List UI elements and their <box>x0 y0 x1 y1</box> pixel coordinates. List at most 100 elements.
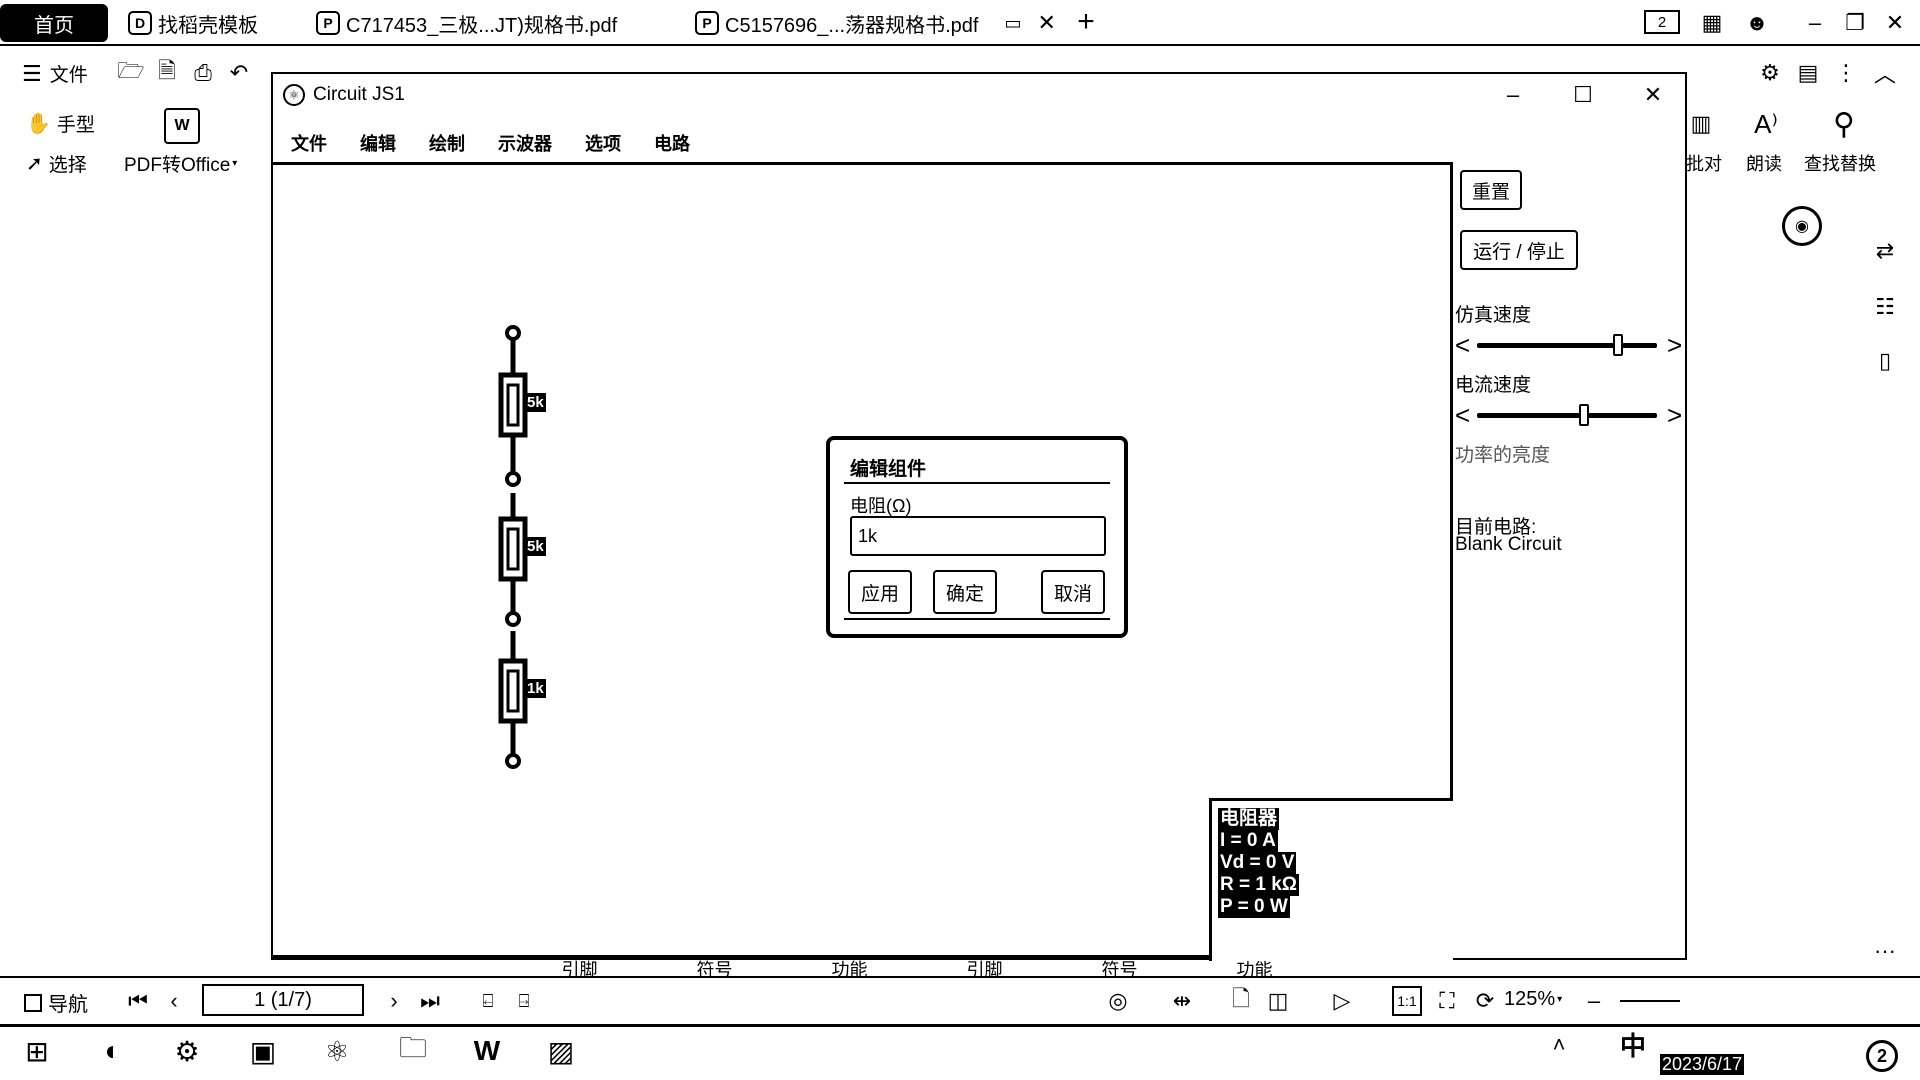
book-icon[interactable]: ▯ <box>1870 346 1900 376</box>
select-tool-button[interactable]: ➚ 选择 <box>26 150 87 177</box>
slider-track <box>1477 413 1657 418</box>
fit-page-icon[interactable]: ⛶ <box>1432 986 1462 1016</box>
adjust-icon[interactable]: ☷ <box>1870 292 1900 322</box>
single-page-icon[interactable]: 🗋 <box>1226 986 1256 1016</box>
screen-icon[interactable]: ▭ <box>1004 13 1021 34</box>
tray-up-icon[interactable]: ˄ <box>1544 1030 1574 1060</box>
run-stop-button[interactable]: 运行 / 停止 <box>1460 230 1578 270</box>
find-replace-icon[interactable]: ⚲ <box>1824 104 1864 144</box>
zoom-level[interactable]: 125% ▾ <box>1504 988 1562 1011</box>
circuit-menu-draw[interactable]: 绘制 <box>429 130 465 156</box>
pdf-to-office-button[interactable]: PDF转Office ▾ <box>124 150 237 177</box>
first-page-icon[interactable]: ⏮ <box>124 986 152 1016</box>
circuit-menu-scopes[interactable]: 示波器 <box>498 130 552 156</box>
eye-protect-icon[interactable]: ◎ <box>1100 986 1136 1016</box>
translate-icon[interactable]: ⇄ <box>1870 236 1900 266</box>
tab-pdf-1-label: C717453_三极...JT)规格书.pdf <box>346 14 618 37</box>
circuit-maximize-icon[interactable]: ☐ <box>1567 80 1599 110</box>
image-viewer-icon[interactable]: ▨ <box>536 1028 586 1074</box>
two-page-icon[interactable]: ◫ <box>1262 986 1294 1016</box>
reset-button[interactable]: 重置 <box>1460 170 1522 210</box>
electron-app-icon[interactable]: ⚛ <box>312 1028 362 1074</box>
back-icon[interactable]: ⍇ <box>474 986 502 1016</box>
save-icon[interactable]: 🗎 <box>152 58 182 88</box>
comment-icon[interactable]: ▤ <box>1793 58 1823 88</box>
resistor-3[interactable] <box>493 631 533 771</box>
undo-icon[interactable]: ↶ <box>224 58 254 88</box>
apply-button[interactable]: 应用 <box>848 570 912 614</box>
info-power: P = 0 W <box>1218 896 1290 918</box>
tab-pdf-2[interactable]: P C5157696_...荡器规格书.pdf ▭ ✕ <box>695 0 1056 46</box>
page-count-box[interactable]: 2 <box>1644 10 1680 34</box>
ai-assistant-icon[interactable]: ◉ <box>1782 206 1822 246</box>
file-menu-button[interactable]: ☰ 文件 <box>22 60 88 87</box>
tab-close-icon[interactable]: ✕ <box>1037 10 1055 36</box>
current-speed-slider[interactable]: < > <box>1455 400 1687 430</box>
zoom-out-icon[interactable]: – <box>1580 986 1608 1016</box>
info-resistance: R = 1 kΩ <box>1218 874 1300 896</box>
tab-home[interactable]: 首页 <box>0 4 108 42</box>
resistor-2[interactable] <box>493 493 533 633</box>
circuit-close-icon[interactable]: ✕ <box>1637 80 1669 110</box>
nav-pane-button[interactable]: 导航 <box>24 988 88 1017</box>
slider-left-arrow-icon[interactable]: < <box>1455 330 1470 360</box>
play-slideshow-icon[interactable]: ▷ <box>1324 986 1360 1016</box>
pdf-icon: P <box>695 11 719 35</box>
compare-label: 批对 <box>1686 154 1722 174</box>
start-menu-icon[interactable]: ⊞ <box>12 1028 62 1074</box>
ime-indicator[interactable]: 中 <box>1620 1026 1646 1063</box>
browser-icon[interactable]: ◐ <box>88 1028 138 1074</box>
page-number-box[interactable]: 1 (1/7) <box>202 984 364 1016</box>
minimize-icon[interactable]: – <box>1800 8 1830 38</box>
zoom-slider-track[interactable] <box>1620 1000 1680 1002</box>
slider-thumb[interactable] <box>1579 404 1589 426</box>
current-circuit-name: Blank Circuit <box>1455 534 1562 555</box>
open-folder-icon[interactable]: 🗁 <box>116 58 146 88</box>
next-page-icon[interactable]: › <box>380 986 408 1016</box>
info-title: 电阻器 <box>1218 808 1280 830</box>
pdf-to-word-icon[interactable]: W <box>164 108 200 144</box>
wps-icon[interactable]: W <box>462 1028 512 1074</box>
compare-icon[interactable]: ▥ <box>1686 106 1716 142</box>
circuit-menu-circuits[interactable]: 电路 <box>654 130 690 156</box>
slider-thumb[interactable] <box>1613 334 1623 356</box>
hand-tool-button[interactable]: ✋ 手型 <box>26 110 95 137</box>
print-icon[interactable]: ⎙ <box>188 58 218 88</box>
last-page-icon[interactable]: ⏭ <box>416 986 444 1016</box>
tab-home-label: 首页 <box>34 14 74 37</box>
collapse-ribbon-icon[interactable]: ︿ <box>1870 58 1900 88</box>
grid-icon[interactable]: ▦ <box>1697 8 1727 38</box>
fit-width-icon[interactable]: ⇹ <box>1166 986 1198 1016</box>
restore-icon[interactable]: ❐ <box>1840 8 1870 38</box>
prev-page-icon[interactable]: ‹ <box>160 986 188 1016</box>
file-explorer-icon[interactable]: 🗀 <box>388 1028 438 1074</box>
tab-pdf-1[interactable]: P C717453_三极...JT)规格书.pdf <box>316 0 617 46</box>
more-horizontal-icon[interactable]: ··· <box>1870 936 1900 966</box>
ok-button[interactable]: 确定 <box>933 570 997 614</box>
close-window-icon[interactable]: ✕ <box>1880 8 1910 38</box>
slider-right-arrow-icon[interactable]: > <box>1667 330 1682 360</box>
user-icon[interactable]: ☻ <box>1742 8 1772 38</box>
notification-badge[interactable]: 2 <box>1866 1040 1898 1072</box>
slider-left-arrow-icon[interactable]: < <box>1455 400 1470 430</box>
circuit-menu-edit[interactable]: 编辑 <box>360 130 396 156</box>
circuit-menu-options[interactable]: 选项 <box>585 130 621 156</box>
more-vertical-icon[interactable]: ⋮ <box>1831 58 1861 88</box>
actual-size-icon[interactable]: 1:1 <box>1392 986 1422 1016</box>
settings-icon[interactable]: ⚙ <box>1755 58 1785 88</box>
circuit-minimize-icon[interactable]: – <box>1497 80 1529 110</box>
slider-right-arrow-icon[interactable]: > <box>1667 400 1682 430</box>
read-aloud-icon[interactable]: A⁾ <box>1748 106 1784 142</box>
new-tab-button[interactable]: + <box>1070 5 1102 38</box>
tab-template[interactable]: D 找稻壳模板 <box>128 0 258 46</box>
remote-app-icon[interactable]: ▣ <box>238 1028 288 1074</box>
rotate-icon[interactable]: ⟳ <box>1470 986 1500 1016</box>
cancel-button[interactable]: 取消 <box>1041 570 1105 614</box>
forward-icon[interactable]: ⍈ <box>510 986 538 1016</box>
sim-speed-slider[interactable]: < > <box>1455 330 1687 360</box>
read-aloud-label: 朗读 <box>1746 154 1782 174</box>
clock-date[interactable]: 2023/6/17 <box>1660 1054 1745 1075</box>
resistance-input[interactable] <box>850 516 1106 556</box>
circuit-menu-file[interactable]: 文件 <box>291 130 327 156</box>
settings-app-icon[interactable]: ⚙ <box>162 1028 212 1074</box>
